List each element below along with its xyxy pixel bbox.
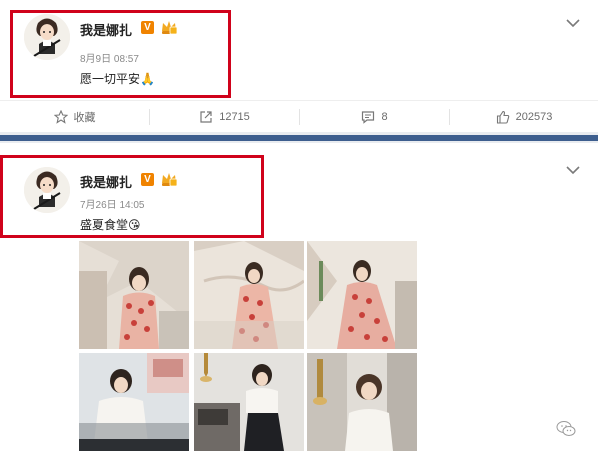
photo-2[interactable] [194, 241, 304, 349]
chevron-down-icon[interactable] [566, 18, 580, 28]
favorite-label: 收藏 [73, 112, 96, 124]
like-count: 202573 [515, 111, 553, 123]
comment-count: 8 [381, 111, 388, 123]
highlight-box [0, 155, 264, 238]
photo-5[interactable] [194, 353, 304, 451]
weibo-post-1: 我是娜扎 V 8月9日 08:57 愿一切平安🙏 收藏 12715 8 2025… [0, 0, 598, 132]
like-button[interactable]: 202573 [450, 101, 598, 133]
photo-1[interactable] [79, 241, 189, 349]
action-bar: 收藏 12715 8 202573 [0, 100, 598, 132]
repost-button[interactable]: 12715 [150, 101, 299, 133]
photo-thumbnail [79, 353, 189, 451]
photo-thumbnail [307, 353, 417, 451]
wechat-watermark-icon [556, 421, 576, 436]
feed-divider [0, 132, 598, 143]
thumbs-up-icon [496, 110, 509, 124]
repost-count: 12715 [219, 111, 250, 123]
photo-thumbnail [194, 353, 304, 451]
photo-thumbnail [194, 241, 304, 349]
photo-thumbnail [79, 241, 189, 349]
photo-thumbnail [307, 241, 417, 349]
favorite-button[interactable]: 收藏 [0, 101, 149, 133]
photo-3[interactable] [307, 241, 417, 349]
chevron-down-icon[interactable] [566, 165, 580, 175]
photo-6[interactable] [307, 353, 417, 451]
divider-bar [0, 135, 598, 141]
comment-icon [362, 111, 375, 124]
photo-4[interactable] [79, 353, 189, 451]
comment-button[interactable]: 8 [300, 101, 449, 133]
highlight-box [10, 10, 231, 98]
share-icon [200, 111, 212, 123]
weibo-post-2: 我是娜扎 V 7月26日 14:05 盛夏食堂😘 [0, 143, 598, 451]
star-icon [53, 110, 68, 124]
